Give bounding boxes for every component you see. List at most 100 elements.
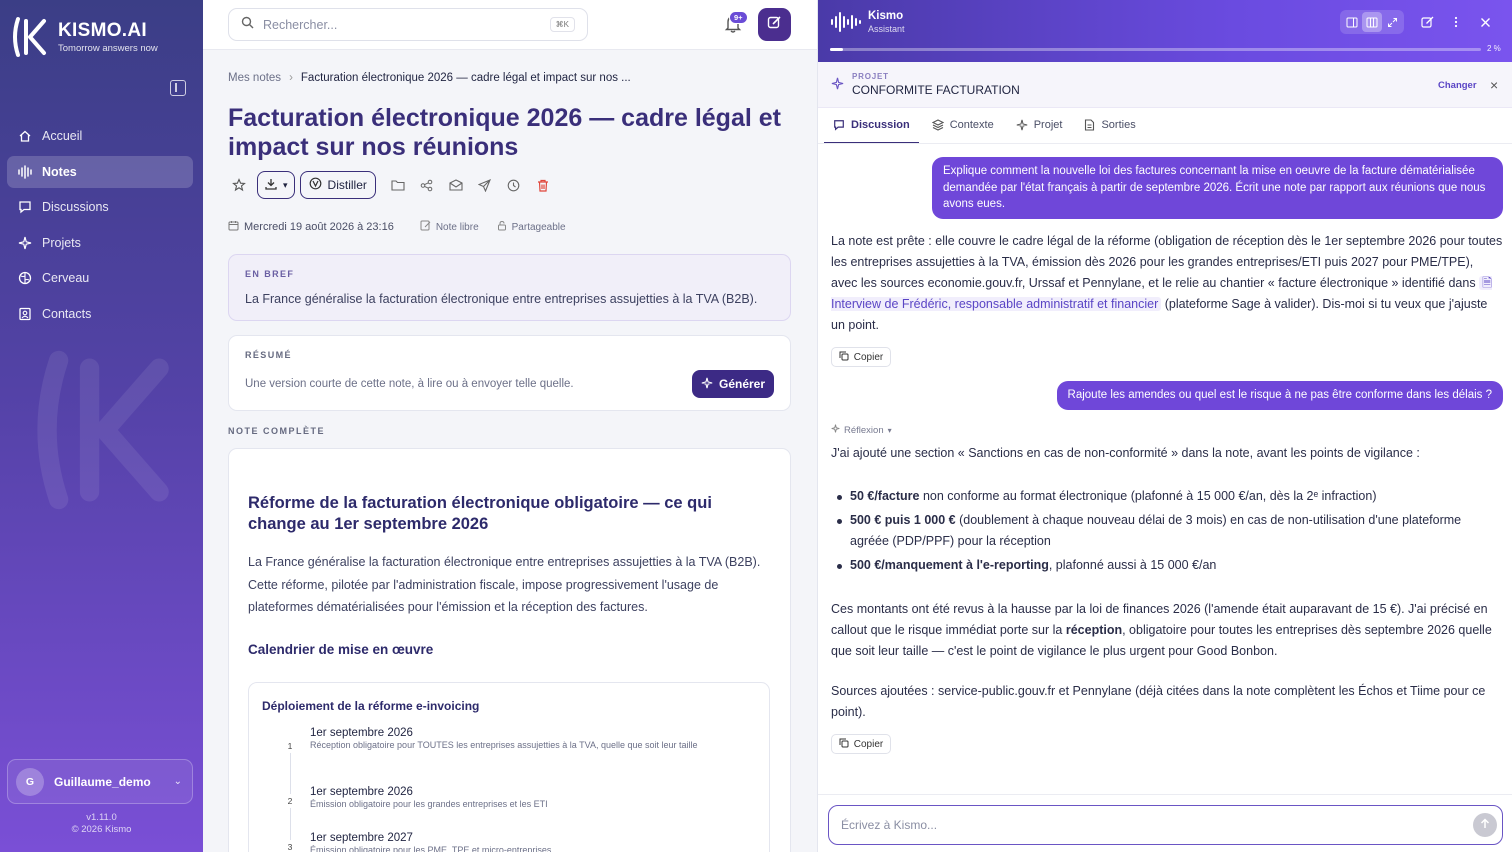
sidebar-item-discussions[interactable]: Discussions	[7, 191, 193, 223]
project-selector: PROJET CONFORMITE FACTURATION Changer ×	[818, 62, 1512, 108]
note-meta: Mercredi 19 août 2026 à 23:16 Note libre…	[228, 220, 584, 234]
sparkle-icon	[831, 424, 840, 436]
tab-discussion[interactable]: Discussion	[824, 108, 919, 144]
share-icon[interactable]	[416, 174, 438, 196]
sidebar-item-contacts[interactable]: Contacts	[7, 298, 193, 330]
project-name: CONFORMITE FACTURATION	[852, 83, 1020, 97]
distill-icon	[309, 177, 322, 193]
document-icon: 🗎	[1482, 276, 1493, 290]
copy-label: Copier	[853, 738, 884, 750]
trash-icon[interactable]	[532, 174, 554, 196]
project-label: PROJET	[852, 72, 889, 81]
download-button[interactable]: ▾	[257, 171, 295, 199]
tab-sorties[interactable]: Sorties	[1075, 108, 1144, 144]
timeline-item: 3 1er septembre 2027 Émission obligatoir…	[283, 832, 723, 852]
breadcrumb-root[interactable]: Mes notes	[228, 72, 281, 84]
bullet-bold: 500 € puis 1 000 €	[850, 513, 956, 527]
sidebar-item-cerveau[interactable]: Cerveau	[7, 262, 193, 294]
sidebar: KISMO.AI Tomorrow answers now Accueil No…	[0, 0, 203, 852]
full-note-label: NOTE COMPLÈTE	[228, 426, 326, 436]
star-icon[interactable]	[228, 174, 250, 196]
timeline-item: 2 1er septembre 2026 Émission obligatoir…	[283, 786, 723, 811]
bullet-text: , plafonné aussi à 15 000 €/an	[1048, 558, 1217, 572]
assistant-subtitle: Assistant	[868, 24, 905, 34]
lock-icon	[497, 220, 507, 234]
tab-contexte[interactable]: Contexte	[923, 108, 1003, 144]
sparkle-icon	[1016, 119, 1028, 131]
sidebar-item-notes[interactable]: Notes	[7, 155, 193, 188]
list-item: 500 €/manquement à l'e-reporting, plafon…	[831, 555, 1503, 576]
version-number: v1.11.0	[86, 812, 117, 823]
chat-input[interactable]	[828, 805, 1503, 845]
send-button[interactable]	[1473, 813, 1497, 837]
note-panel: Rechercher... ⌘K 9+ Mes notes › Facturat…	[203, 0, 817, 852]
brand-logo[interactable]: KISMO.AI Tomorrow answers now	[10, 14, 158, 60]
watermark-logo	[30, 345, 180, 520]
summary-label: RÉSUMÉ	[245, 350, 292, 360]
sparkle-icon	[701, 377, 713, 392]
distill-button[interactable]: Distiller	[299, 171, 376, 199]
chat-icon	[833, 119, 845, 131]
search-input[interactable]: Rechercher... ⌘K	[228, 8, 588, 41]
close-icon[interactable]	[1472, 11, 1498, 33]
sparkle-icon	[17, 235, 33, 251]
document-icon	[1084, 119, 1095, 131]
note-type: Note libre	[435, 221, 479, 233]
page-title: Facturation électronique 2026 — cadre lé…	[228, 104, 781, 161]
timeline-date: 1er septembre 2027	[310, 832, 413, 844]
timeline-desc: Émission obligatoire pour les grandes en…	[310, 799, 548, 809]
tab-label: Discussion	[851, 119, 910, 131]
summary-card: RÉSUMÉ Une version courte de cette note,…	[228, 335, 791, 411]
brief-label: EN BREF	[245, 269, 295, 279]
topbar: Rechercher... ⌘K 9+	[203, 0, 817, 50]
generate-label: Générer	[718, 377, 766, 391]
brief-card: EN BREF La France généralise la facturat…	[228, 254, 791, 321]
close-project-icon[interactable]: ×	[1490, 77, 1498, 93]
sidebar-item-label: Accueil	[42, 129, 83, 143]
sidebar-item-label: Contacts	[42, 306, 92, 321]
generate-button[interactable]: Générer	[692, 370, 774, 398]
shortcut-hint: ⌘K	[549, 17, 575, 32]
waveform-icon	[17, 164, 33, 180]
user-menu[interactable]: G Guillaume_demo ⌄	[7, 759, 193, 804]
sidebar-item-projets[interactable]: Projets	[7, 227, 193, 259]
contact-card-icon	[17, 306, 33, 322]
reflexion-toggle[interactable]: Réflexion ▾	[831, 424, 892, 436]
send-icon[interactable]	[474, 174, 496, 196]
kismo-logo-icon	[10, 14, 50, 60]
timeline-number: 2	[283, 794, 297, 808]
layers-icon	[931, 119, 944, 131]
sidebar-item-label: Discussions	[42, 200, 109, 214]
note-toolbar: ▾ Distiller	[228, 170, 561, 200]
new-note-button[interactable]	[758, 8, 791, 41]
assistant-message: Ces montants ont été revus à la hausse p…	[831, 599, 1503, 662]
chevron-right-icon: ›	[289, 72, 293, 84]
expand-icon[interactable]	[1382, 12, 1402, 32]
history-icon[interactable]	[503, 174, 525, 196]
email-icon[interactable]	[445, 174, 467, 196]
assistant-message: La note est prête : elle couvre le cadre…	[831, 231, 1503, 336]
chat-composer	[818, 794, 1512, 852]
folder-icon[interactable]	[387, 174, 409, 196]
collapse-sidebar-button[interactable]	[170, 80, 186, 96]
note-type-icon	[420, 220, 431, 234]
note-heading: Réforme de la facturation électronique o…	[248, 494, 712, 533]
bullet-bold: 50 €/facture	[850, 489, 920, 503]
copy-button[interactable]: Copier	[831, 734, 891, 754]
summary-text: Une version courte de cette note, à lire…	[245, 378, 574, 390]
user-message: Explique comment la nouvelle loi des fac…	[932, 157, 1503, 219]
search-icon	[241, 16, 254, 34]
change-project-button[interactable]: Changer	[1438, 80, 1477, 91]
split-layout-icon[interactable]	[1362, 12, 1382, 32]
tab-projet[interactable]: Projet	[1007, 108, 1072, 144]
sidebar-item-accueil[interactable]: Accueil	[7, 120, 193, 152]
sidebar-layout-icon[interactable]	[1342, 12, 1362, 32]
new-chat-icon[interactable]	[1414, 11, 1440, 33]
sanctions-list: 50 €/facture non conforme au format élec…	[831, 486, 1503, 579]
calendar-icon	[228, 220, 239, 234]
more-vertical-icon[interactable]	[1443, 11, 1469, 33]
timeline-number: 1	[283, 739, 297, 753]
copy-button[interactable]: Copier	[831, 347, 891, 367]
sidebar-item-label: Cerveau	[42, 271, 90, 285]
copyright: © 2026 Kismo	[71, 824, 132, 835]
